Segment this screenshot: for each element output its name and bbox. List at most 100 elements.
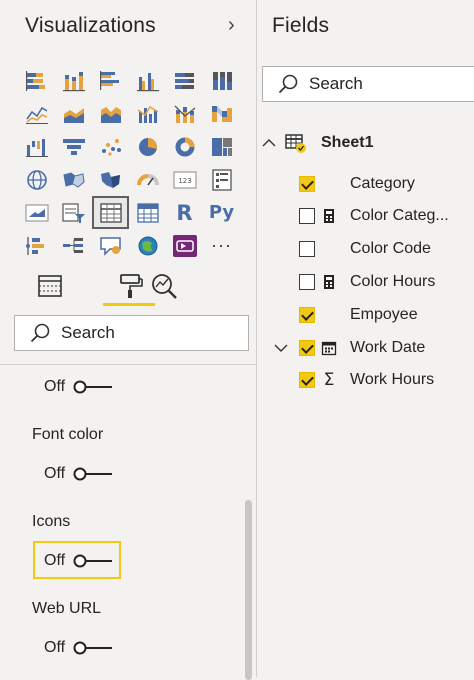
visualizations-title: Visualizations [25, 14, 156, 37]
filled-map-icon[interactable] [55, 163, 92, 196]
pane-tabs [22, 266, 192, 306]
toggle-state: Off [44, 639, 66, 656]
field-color-category[interactable]: Color Categ... [257, 202, 474, 230]
chevron-up-icon[interactable] [261, 135, 277, 151]
checkbox-unchecked[interactable] [299, 241, 315, 257]
checkbox-checked[interactable] [299, 340, 315, 356]
active-tab-indicator [103, 303, 155, 306]
stacked-area-icon[interactable] [92, 97, 129, 130]
checkbox-checked[interactable] [299, 176, 315, 192]
field-label: Color Code [350, 240, 431, 257]
multi-row-card-icon[interactable] [203, 163, 240, 196]
toggle-switch-1[interactable]: Off [44, 375, 114, 399]
shape-map-icon[interactable] [92, 163, 129, 196]
field-work-date[interactable]: Work Date [257, 334, 474, 362]
table-name: Sheet1 [321, 134, 374, 151]
visualizations-pane: Visualizations › 123 R Py ··· Search Off… [0, 0, 256, 680]
sigma-icon: Σ [323, 370, 335, 390]
chevron-down-icon[interactable] [273, 340, 289, 356]
more-label: ··· [211, 235, 232, 255]
100-stacked-bar-icon[interactable] [166, 64, 203, 97]
kpi-icon[interactable] [18, 196, 55, 229]
search-placeholder: Search [61, 323, 115, 342]
calculator-icon [320, 207, 338, 225]
r-visual-label: R [176, 200, 193, 225]
fields-tab-icon[interactable] [30, 266, 70, 306]
visual-icon-grid: 123 R Py ··· [18, 64, 240, 262]
field-label: Empoyee [350, 306, 418, 323]
matrix-icon[interactable] [129, 196, 166, 229]
field-color-code[interactable]: Color Code [257, 235, 474, 263]
arcgis-map-icon[interactable] [129, 229, 166, 262]
checkbox-checked[interactable] [299, 372, 315, 388]
line-chart-icon[interactable] [18, 97, 55, 130]
key-influencers-icon[interactable] [18, 229, 55, 262]
search-placeholder: Search [309, 74, 363, 93]
analytics-magnifier-icon[interactable] [144, 266, 184, 306]
scatter-icon[interactable] [92, 130, 129, 163]
format-scrollbar[interactable] [245, 500, 252, 680]
toggle-off-icon [73, 641, 113, 655]
field-label: Category [350, 175, 415, 192]
fields-pane: Fields Search Sheet1 Category Color Cate… [257, 0, 474, 677]
web-url-label: Web URL [32, 600, 102, 617]
checkbox-unchecked[interactable] [299, 274, 315, 290]
line-clustered-column-icon[interactable] [129, 97, 166, 130]
python-visual-label: Py [208, 202, 235, 223]
fields-search-input[interactable]: Search [262, 66, 474, 102]
toggle-off-icon [73, 467, 113, 481]
clustered-bar-icon[interactable] [92, 64, 129, 97]
more-icon[interactable]: ··· [203, 229, 240, 262]
toggle-state: Off [44, 465, 66, 482]
100-stacked-column-icon[interactable] [203, 64, 240, 97]
stacked-column-icon[interactable] [55, 64, 92, 97]
card-icon[interactable]: 123 [166, 163, 203, 196]
donut-chart-icon[interactable] [166, 130, 203, 163]
table-icon[interactable] [92, 196, 129, 229]
decomposition-tree-icon[interactable] [55, 229, 92, 262]
fields-title: Fields [272, 14, 330, 37]
web-url-toggle[interactable]: Off [44, 636, 114, 660]
calendar-icon [320, 339, 338, 357]
icons-toggle[interactable]: Off [44, 549, 114, 573]
chevron-right-icon[interactable]: › [228, 14, 235, 37]
toggle-off-icon [73, 554, 113, 568]
table-icon [285, 134, 306, 153]
search-icon [278, 74, 298, 94]
qa-icon[interactable] [92, 229, 129, 262]
font-color-toggle[interactable]: Off [44, 462, 114, 486]
field-label: Work Date [350, 339, 426, 356]
toggle-off-icon [73, 380, 113, 394]
area-chart-icon[interactable] [55, 97, 92, 130]
table-sheet1[interactable]: Sheet1 [257, 129, 474, 157]
field-color-hours[interactable]: Color Hours [257, 268, 474, 296]
field-label: Color Hours [350, 273, 436, 290]
toggle-state: Off [44, 378, 66, 395]
slicer-icon[interactable] [55, 196, 92, 229]
field-label: Work Hours [350, 371, 435, 388]
field-work-hours[interactable]: Σ Work Hours [257, 366, 474, 394]
clustered-column-icon[interactable] [129, 64, 166, 97]
r-visual-icon[interactable]: R [166, 196, 203, 229]
icons-label: Icons [32, 513, 71, 530]
search-icon [30, 323, 50, 343]
ribbon-chart-icon[interactable] [203, 97, 240, 130]
field-category[interactable]: Category [257, 170, 474, 198]
visualizations-search-input[interactable]: Search [14, 315, 249, 351]
calculator-icon [320, 273, 338, 291]
gauge-icon[interactable] [129, 163, 166, 196]
waterfall-icon[interactable] [18, 130, 55, 163]
line-stacked-column-icon[interactable] [166, 97, 203, 130]
checkbox-checked[interactable] [299, 307, 315, 323]
checkbox-unchecked[interactable] [299, 208, 315, 224]
funnel-icon[interactable] [55, 130, 92, 163]
powerapps-icon[interactable] [166, 229, 203, 262]
toggle-state: Off [44, 552, 66, 569]
field-empoyee[interactable]: Empoyee [257, 301, 474, 329]
pie-chart-icon[interactable] [129, 130, 166, 163]
divider [0, 364, 256, 365]
map-icon[interactable] [18, 163, 55, 196]
treemap-icon[interactable] [203, 130, 240, 163]
stacked-bar-icon[interactable] [18, 64, 55, 97]
python-visual-icon[interactable]: Py [203, 196, 240, 229]
